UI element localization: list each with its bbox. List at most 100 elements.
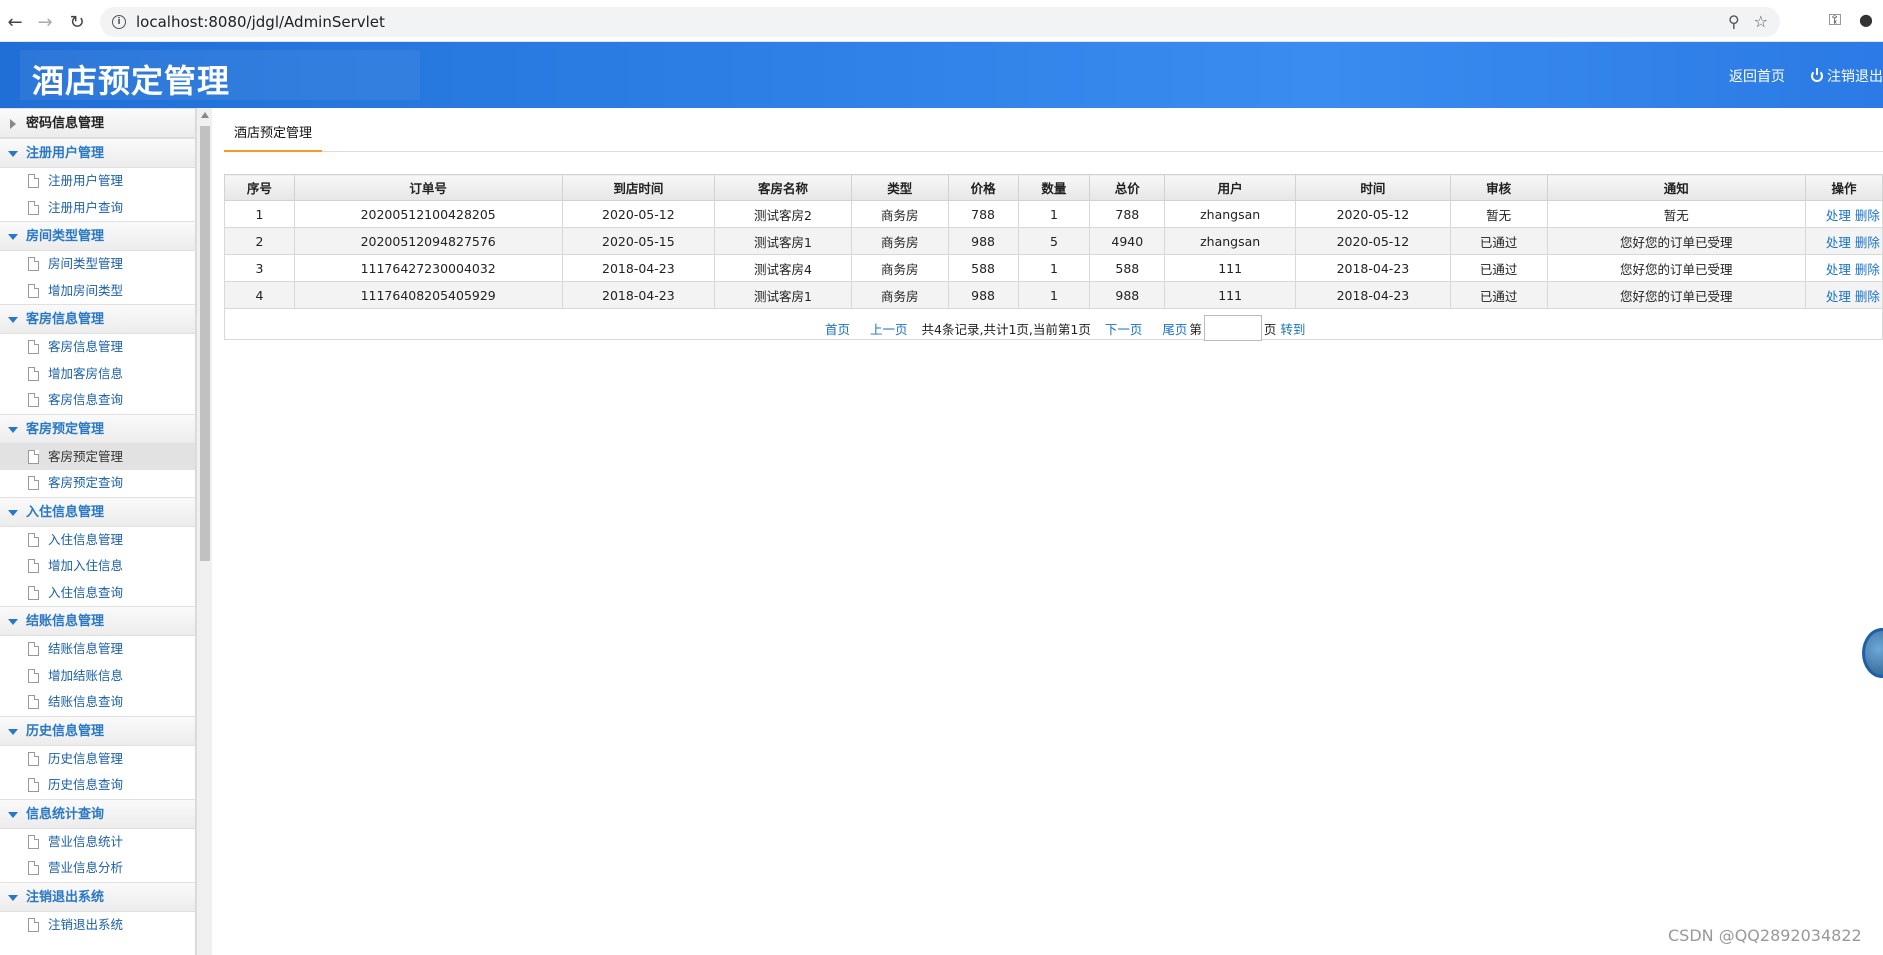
table-cell: 1: [224, 200, 295, 228]
delete-link[interactable]: 删除: [1855, 235, 1880, 250]
column-header: 类型: [850, 174, 949, 201]
sidebar-group-label: 入住信息管理: [26, 504, 105, 520]
process-link[interactable]: 处理: [1826, 235, 1851, 250]
sidebar-item[interactable]: 增加结账信息: [0, 663, 195, 690]
table-cell: 暂无: [1449, 200, 1548, 228]
home-link[interactable]: 返回首页: [1729, 66, 1785, 86]
sidebar-group-label: 信息统计查询: [26, 806, 105, 822]
pager-next[interactable]: 下一页: [1105, 319, 1143, 338]
table-cell: 20200512094827576: [293, 227, 563, 255]
table-cell: 商务房: [850, 254, 949, 282]
table-cell: 2020-05-15: [561, 227, 716, 255]
table-cell: 2018-04-23: [1295, 254, 1451, 282]
sidebar-item[interactable]: 客房预定管理: [0, 443, 195, 470]
column-header: 价格: [947, 174, 1019, 201]
sidebar-item[interactable]: 增加房间类型: [0, 278, 195, 305]
table-cell: 您好您的订单已受理: [1546, 254, 1806, 282]
sidebar-item[interactable]: 结账信息查询: [0, 689, 195, 716]
sidebar-item[interactable]: 结账信息管理: [0, 636, 195, 663]
sidebar-item[interactable]: 增加入住信息: [0, 553, 195, 580]
sidebar-item[interactable]: 注册用户管理: [0, 168, 195, 195]
sidebar-item-label: 历史信息查询: [48, 777, 124, 792]
sidebar-item[interactable]: 客房信息管理: [0, 334, 195, 361]
pager-goto[interactable]: 转到: [1280, 319, 1305, 338]
site-info-icon[interactable]: i: [112, 15, 126, 29]
sidebar-item[interactable]: 注销退出系统: [0, 912, 195, 939]
process-link[interactable]: 处理: [1826, 262, 1851, 277]
table-cell: 111: [1164, 254, 1297, 282]
sidebar-item[interactable]: 增加客房信息: [0, 361, 195, 388]
table-cell: 20200512100428205: [293, 200, 563, 228]
process-link[interactable]: 处理: [1826, 208, 1851, 223]
table-cell: 商务房: [850, 227, 949, 255]
table-cell: 2020-05-12: [561, 200, 716, 228]
sidebar-group[interactable]: 房间类型管理: [0, 221, 195, 251]
delete-link[interactable]: 删除: [1855, 262, 1880, 277]
table-cell: 2: [224, 227, 295, 255]
sidebar-scrollbar[interactable]: [196, 108, 212, 955]
table-cell: 已通过: [1449, 254, 1548, 282]
forward-icon[interactable]: →: [30, 7, 60, 37]
triangle-right-icon: [10, 119, 16, 129]
triangle-down-icon: [8, 619, 18, 625]
table-cell: 测试客房4: [714, 254, 852, 282]
reload-icon[interactable]: ↻: [62, 7, 92, 37]
scroll-up-icon[interactable]: [201, 112, 209, 118]
sidebar-item[interactable]: 客房预定查询: [0, 470, 195, 497]
table-cell: 2018-04-23: [561, 281, 716, 309]
sidebar-item[interactable]: 注册用户查询: [0, 195, 195, 222]
page-number-input[interactable]: [1203, 315, 1262, 341]
sidebar-item[interactable]: 入住信息管理: [0, 527, 195, 554]
sidebar-group-label: 客房信息管理: [26, 312, 105, 327]
table-cell: 588: [1089, 254, 1166, 282]
address-bar[interactable]: i localhost:8080/jdgl/AdminServlet ⚲ ☆: [100, 7, 1780, 37]
sidebar-item[interactable]: 历史信息管理: [0, 746, 195, 773]
sidebar-item-label: 增加入住信息: [48, 558, 124, 573]
document-icon: [28, 393, 39, 407]
sidebar-group[interactable]: 结账信息管理: [0, 606, 195, 636]
document-icon: [28, 257, 39, 271]
sidebar-item-label: 客房信息管理: [48, 339, 124, 354]
bookmark-star-icon[interactable]: ☆: [1754, 12, 1768, 31]
sidebar-group[interactable]: 注销退出系统: [0, 881, 195, 912]
table-cell: 测试客房1: [714, 227, 852, 255]
pager-first[interactable]: 首页: [825, 319, 850, 338]
delete-link[interactable]: 删除: [1855, 208, 1880, 223]
sidebar-group[interactable]: 密码信息管理: [0, 108, 195, 138]
sidebar-item[interactable]: 房间类型管理: [0, 251, 195, 278]
sidebar-group[interactable]: 入住信息管理: [0, 496, 195, 527]
sidebar-item[interactable]: 营业信息统计: [0, 829, 195, 856]
app-header: 酒店预定管理 返回首页 注销退出: [0, 42, 1883, 108]
sidebar-group[interactable]: 客房预定管理: [0, 413, 195, 444]
sidebar-item-label: 注册用户管理: [48, 173, 124, 188]
sidebar-item[interactable]: 客房信息查询: [0, 387, 195, 414]
sidebar-item-label: 客房预定管理: [48, 448, 124, 464]
document-icon: [28, 778, 39, 792]
zoom-icon[interactable]: ⚲: [1728, 12, 1740, 31]
column-header: 时间: [1295, 174, 1451, 201]
key-icon[interactable]: ⚿: [1829, 10, 1841, 30]
column-header: 操作: [1804, 174, 1883, 201]
process-link[interactable]: 处理: [1826, 289, 1851, 304]
sidebar-item[interactable]: 历史信息查询: [0, 772, 195, 799]
sidebar-item[interactable]: 入住信息查询: [0, 580, 195, 607]
sidebar-group-label: 历史信息管理: [26, 723, 105, 739]
table-cell: zhangsan: [1164, 200, 1297, 228]
profile-icon[interactable]: ●: [1859, 10, 1873, 30]
pager-prev[interactable]: 上一页: [870, 319, 908, 338]
main-content: 酒店预定管理 序号 订单号 到店时间 客房名称 类型 价格 数量 总价 用户 时间 审核 通知 操作 1…: [224, 108, 1883, 955]
table-cell: 已通过: [1449, 281, 1548, 309]
sidebar-item[interactable]: 营业信息分析: [0, 855, 195, 882]
back-icon[interactable]: ←: [0, 7, 30, 37]
triangle-down-icon: [8, 151, 18, 157]
logout-link[interactable]: 注销退出: [1811, 66, 1883, 86]
sidebar-group[interactable]: 客房信息管理: [0, 304, 195, 334]
scrollbar-thumb[interactable]: [200, 126, 210, 561]
sidebar-group[interactable]: 注册用户管理: [0, 138, 195, 168]
column-header: 用户: [1164, 174, 1297, 201]
pager-last[interactable]: 尾页: [1162, 319, 1187, 338]
sidebar-group[interactable]: 信息统计查询: [0, 798, 195, 829]
sidebar-group[interactable]: 历史信息管理: [0, 715, 195, 746]
delete-link[interactable]: 删除: [1855, 289, 1880, 304]
tab-booking-management[interactable]: 酒店预定管理: [224, 120, 323, 152]
